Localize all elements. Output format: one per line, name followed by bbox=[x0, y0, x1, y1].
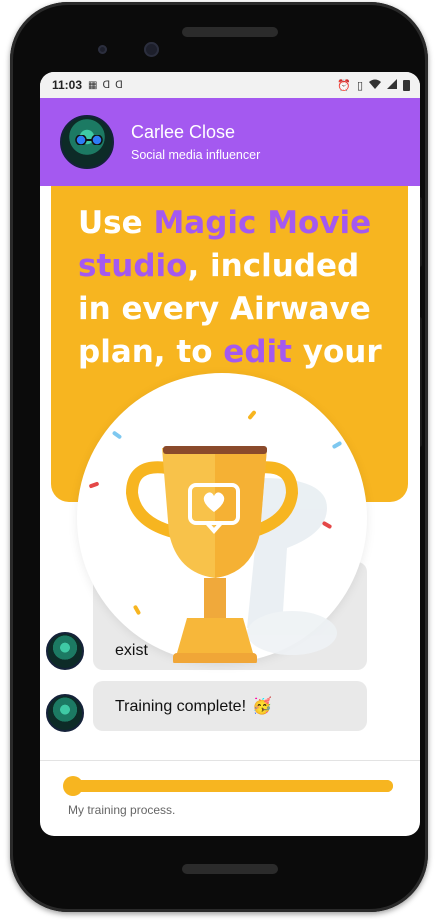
screen: 11:03 ▦ ᗡ ᗡ ⏰ ▯ Carlee Close Social medi… bbox=[40, 72, 420, 836]
bottom-speaker bbox=[182, 864, 278, 874]
promo-text: Use Magic Movie studio, included in ever… bbox=[78, 202, 398, 374]
trophy-icon bbox=[89, 410, 342, 663]
profile-name: Carlee Close bbox=[131, 122, 236, 142]
status-time: 11:03 bbox=[52, 78, 83, 92]
progress-label: My training process. bbox=[68, 803, 176, 817]
party-face-icon: 🥳 bbox=[252, 698, 272, 715]
progress-thumb[interactable] bbox=[63, 776, 83, 796]
earpiece-speaker bbox=[182, 27, 278, 37]
promo-highlight-edit: edit bbox=[223, 334, 292, 370]
cast-icon: ᗡ bbox=[115, 79, 123, 91]
profile-role: Social media influencer bbox=[131, 148, 261, 162]
wifi-icon bbox=[369, 79, 381, 92]
avatar[interactable] bbox=[60, 115, 114, 169]
progress-bar[interactable] bbox=[63, 776, 393, 796]
sensor-icon bbox=[98, 45, 107, 54]
vibrate-icon: ▯ bbox=[356, 79, 363, 92]
status-right-icons: ⏰ ▯ bbox=[337, 78, 410, 92]
trophy-overlay bbox=[77, 373, 367, 663]
front-camera-icon bbox=[144, 42, 159, 57]
sim-icon: ▦ bbox=[88, 79, 98, 91]
training-complete-text: Training complete! bbox=[115, 698, 247, 715]
battery-icon bbox=[403, 79, 410, 91]
status-left-icons: ▦ ᗡ ᗡ bbox=[88, 80, 123, 91]
avatar bbox=[46, 694, 84, 732]
app-header: Carlee Close Social media influencer bbox=[40, 98, 420, 186]
message-bubble: Training complete! 🥳 bbox=[93, 681, 367, 731]
alarm-icon: ⏰ bbox=[337, 79, 351, 92]
status-bar: 11:03 ▦ ᗡ ᗡ ⏰ ▯ bbox=[40, 72, 420, 98]
signal-icon bbox=[387, 78, 397, 92]
glasses-icon bbox=[75, 135, 103, 145]
promo-suffix: your bbox=[291, 334, 382, 370]
message-text: Training complete! 🥳 bbox=[115, 696, 272, 716]
cast-icon: ᗡ bbox=[102, 79, 111, 91]
phone-frame: 11:03 ▦ ᗡ ᗡ ⏰ ▯ Carlee Close Social medi… bbox=[10, 2, 428, 912]
divider bbox=[40, 760, 420, 761]
promo-prefix: Use bbox=[78, 205, 154, 241]
progress-fill bbox=[67, 780, 393, 792]
